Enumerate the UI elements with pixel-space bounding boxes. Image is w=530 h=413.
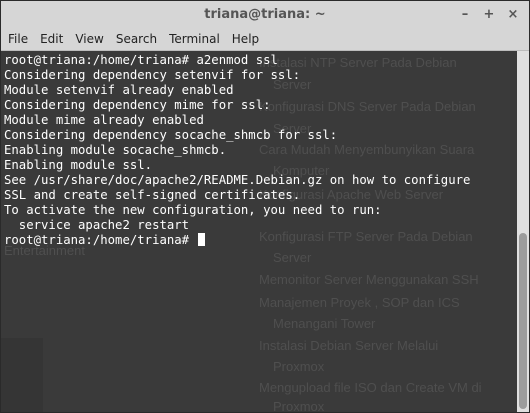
terminal-area[interactable]: Instalasi NTP Server Pada Debian Server …	[1, 51, 517, 413]
terminal-line: Considering dependency socache_shmcb for…	[4, 128, 338, 142]
terminal-line: service apache2 restart	[4, 218, 190, 232]
terminal-line: See /usr/share/doc/apache2/README.Debian…	[4, 173, 471, 187]
ghost-line: Manajemen Proyek , SOP dan ICS	[259, 295, 460, 310]
minimize-icon[interactable]: –	[453, 5, 477, 25]
menu-help[interactable]: Help	[226, 28, 265, 50]
ghost-line: Mengupload file ISO dan Create VM di	[259, 380, 482, 395]
menu-bar: File Edit View Search Terminal Help	[1, 28, 529, 51]
terminal-prompt: root@triana:/home/triana#	[4, 233, 197, 247]
terminal-line: root@triana:/home/triana# a2enmod ssl	[4, 53, 278, 67]
close-icon[interactable]: ×	[501, 5, 525, 25]
terminal-line: SSL and create self-signed certificates.	[4, 188, 301, 202]
terminal-line: Enabling module socache_shmcb.	[4, 143, 227, 157]
window-controls: – + ×	[453, 1, 525, 28]
title-bar[interactable]: triana@triana: ~ – + ×	[1, 1, 529, 28]
menu-edit[interactable]: Edit	[34, 28, 69, 50]
ghost-line: Menangani Tower	[273, 316, 376, 331]
vertical-scrollbar[interactable]	[517, 51, 529, 412]
menu-search[interactable]: Search	[110, 28, 163, 50]
ghost-line: Server	[273, 250, 312, 265]
ghost-line: Instalasi Debian Server Melalui	[259, 338, 439, 353]
terminal-line: Enabling module ssl.	[4, 158, 153, 172]
ghost-line: Memonitor Server Menggunakan SSH	[259, 272, 479, 287]
scrollbar-thumb[interactable]	[519, 233, 527, 409]
ghost-line: Proxmox	[273, 399, 325, 413]
text-cursor	[197, 233, 205, 246]
ghost-line: Proxmox	[273, 359, 325, 374]
terminal-line: Considering dependency setenvif for ssl:	[4, 68, 301, 82]
menu-file[interactable]: File	[1, 28, 34, 50]
terminal-window: triana@triana: ~ – + × File Edit View Se…	[0, 0, 530, 413]
terminal-output: root@triana:/home/triana# a2enmod ssl Co…	[4, 53, 470, 248]
terminal-line: Module mime already enabled	[4, 113, 204, 127]
maximize-icon[interactable]: +	[477, 5, 501, 25]
ghost-block	[1, 338, 43, 412]
terminal-line: Module setenvif already enabled	[4, 83, 234, 97]
menu-view[interactable]: View	[69, 28, 109, 50]
menu-terminal[interactable]: Terminal	[163, 28, 226, 50]
terminal-line: To activate the new configuration, you n…	[4, 203, 382, 217]
terminal-line: Considering dependency mime for ssl:	[4, 98, 271, 112]
window-title: triana@triana: ~	[204, 7, 326, 22]
